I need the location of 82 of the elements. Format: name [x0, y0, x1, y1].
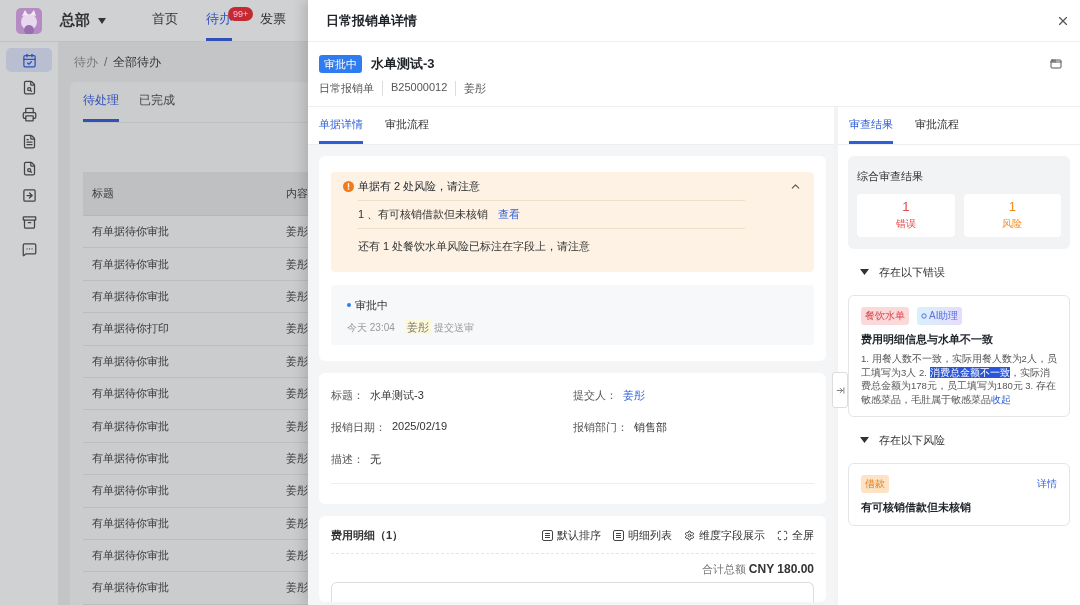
table-cell-text: 有单据待你审批 [91, 580, 170, 596]
section-title: 存在以下风险 [879, 432, 945, 448]
field-value: 水单测试-3 [370, 388, 424, 403]
nav-tab[interactable]: 发票 [260, 0, 286, 41]
breadcrumb-separator: / [104, 55, 108, 69]
tab[interactable]: 审查结果 [849, 117, 893, 144]
tab[interactable]: 待处理 [83, 92, 119, 122]
status-badge: 审批中 [319, 55, 362, 73]
field-value: 销售部 [633, 420, 667, 435]
table-cell-text: 有单据待你审批 [91, 515, 170, 531]
table-cell-text: 姜彤 [285, 288, 308, 304]
field-label: 报销日期： [331, 420, 386, 435]
table-cell-text: 有单据待你审批 [91, 288, 170, 304]
meta-text: B25000012 [382, 81, 456, 96]
risk-note: 还有 1 处餐饮水单风险已标注在字段上，请注意 [358, 239, 591, 254]
tag: 借款 [861, 475, 889, 493]
section-title: 费用明细（1） [331, 528, 404, 543]
document-title: 水单测试-3 [371, 56, 435, 71]
table-cell-text: 姜彤 [285, 353, 308, 369]
total-label: 合计总额 [701, 562, 746, 577]
table-cell-text: 有单据待你打印 [91, 321, 170, 337]
tag-label: AI助理 [929, 309, 959, 323]
field-label: 描述： [331, 452, 364, 467]
approval-status: 审批中 [355, 299, 388, 311]
drawer-title: 日常报销单详情 [326, 11, 417, 30]
field-label: 报销部门： [572, 420, 628, 435]
table-cell-text: 有单据待你审批 [91, 483, 170, 499]
table-cell-text: 姜彤 [285, 386, 308, 402]
risk-item: 1 、有可核销借款但未核销 [358, 207, 489, 222]
column-header: 标题 [91, 186, 115, 201]
field-label: 标题： [331, 388, 364, 403]
details-link[interactable]: 详情 [1037, 477, 1057, 491]
table-cell-text: 有单据待你审批 [91, 418, 170, 434]
summary-title: 综合审查结果 [857, 170, 923, 182]
table-cell-text: 姜彤 [285, 450, 308, 466]
approval-action: 提交送审 [433, 322, 474, 333]
table-cell-text: 有单据待你审批 [91, 450, 170, 466]
toolbar-button[interactable]: 明细列表 [613, 528, 672, 543]
field-label: 提交人： [572, 388, 617, 403]
table-cell-text: 有单据待你审批 [91, 548, 170, 564]
total-amount: CNY 180.00 [748, 562, 814, 576]
tag: 餐饮水单 [861, 307, 909, 325]
approval-time: 今天 23:04 [347, 322, 395, 333]
collapse-link[interactable]: 收起 [991, 393, 1011, 405]
meta-text: 姜彤 [455, 81, 495, 96]
table-cell-text: 姜彤 [285, 515, 308, 531]
table-cell-text: 姜彤 [285, 256, 308, 272]
meta-text: 日常报销单 [319, 81, 375, 96]
field-value: 2025/02/19 [392, 420, 448, 434]
stat-label: 风险 [1002, 217, 1023, 231]
stat-label: 错误 [895, 217, 916, 231]
table-cell-text: 姜彤 [285, 580, 308, 596]
alert-title: 单据有 2 处风险，请注意 [358, 179, 481, 194]
nav-tab[interactable]: 首页 [152, 0, 178, 41]
person-link[interactable]: 姜彤 [622, 388, 645, 403]
table-cell-text: 姜彤 [285, 224, 308, 240]
section-title: 存在以下错误 [879, 264, 945, 280]
finding-text: 1. 用餐人数不一致，实际用餐人数为2人，员工填写为3人 2. 消费总金额不一致，实际消费总金额为178元，员工填写为180元 3. 存在敏感菜品，毛肚属于敏感菜品收起 [861, 352, 1057, 406]
table-cell-text: 姜彤 [285, 548, 308, 564]
breadcrumb-link[interactable]: 全部待办 [113, 53, 162, 71]
column-header: 内容 [285, 186, 308, 201]
org-name[interactable]: 总部 [60, 11, 90, 30]
stat-value: 1 [1008, 199, 1016, 214]
toolbar-button[interactable]: 默认排序 [542, 528, 601, 543]
table-cell-text: 姜彤 [285, 483, 308, 499]
view-link[interactable]: 查看 [498, 207, 521, 222]
tab[interactable]: 审批流程 [385, 117, 429, 144]
table-cell-text: 有单据待你审批 [91, 256, 170, 272]
finding-title: 有可核销借款但未核销 [861, 500, 972, 515]
table-cell-text: 有单据待你审批 [91, 224, 170, 240]
toolbar-button[interactable]: 维度字段展示 [684, 528, 765, 543]
table-cell-text: 姜彤 [285, 418, 308, 434]
finding-title: 费用明细信息与水单不一致 [861, 332, 994, 347]
table-cell-text: 姜彤 [285, 321, 308, 337]
tab[interactable]: 审批流程 [915, 117, 959, 144]
toolbar-button[interactable]: 全屏 [777, 528, 814, 543]
stat-value: 1 [902, 199, 910, 214]
table-cell-text: 有单据待你审批 [91, 353, 170, 369]
person-name: 姜彤 [404, 320, 431, 334]
field-value: 无 [370, 452, 381, 467]
tab[interactable]: 已完成 [139, 92, 175, 122]
table-cell-text: 有单据待你审批 [91, 386, 170, 402]
